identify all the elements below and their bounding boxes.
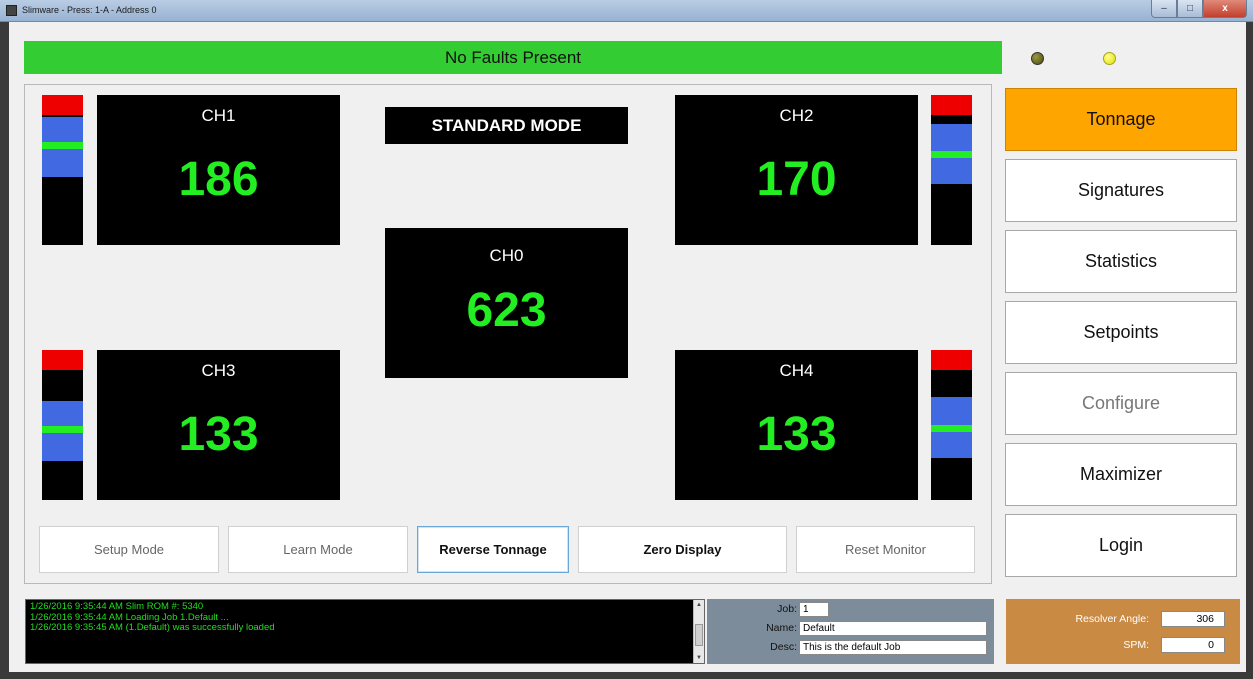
log-scrollbar[interactable]: ▲ ▼ <box>693 600 704 663</box>
spm-label: SPM: <box>1123 639 1149 651</box>
ch2-gauge-marker <box>931 151 972 158</box>
mode-indicator: STANDARD MODE <box>385 107 628 144</box>
window-titlebar: Slimware - Press: 1-A - Address 0 – □ x <box>0 0 1253 22</box>
log-line: 1/26/2016 9:35:45 AM (1.Default) was suc… <box>30 622 275 633</box>
ch4-bar-gauge <box>931 350 972 500</box>
minimize-button[interactable]: – <box>1151 0 1177 18</box>
nav-statistics-button[interactable]: Statistics <box>1005 230 1237 293</box>
ch4-value: 133 <box>756 408 837 461</box>
ch0-value: 623 <box>466 284 547 337</box>
ch1-value: 186 <box>178 153 259 206</box>
scroll-up-icon[interactable]: ▲ <box>694 600 704 610</box>
ch2-gauge-red <box>931 95 972 115</box>
ch4-label: CH4 <box>779 361 814 380</box>
ch3-gauge-marker <box>42 426 83 433</box>
zero-display-button[interactable]: Zero Display <box>578 526 787 573</box>
window-controls: – □ x <box>1151 0 1247 18</box>
ch4-gauge-red <box>931 350 972 370</box>
spm-field: 0 <box>1161 637 1225 653</box>
app-icon <box>6 5 17 16</box>
desc-label: Desc: <box>770 641 797 653</box>
ch1-gauge-red <box>42 95 83 115</box>
nav-maximizer-button[interactable]: Maximizer <box>1005 443 1237 506</box>
window-title: Slimware - Press: 1-A - Address 0 <box>22 5 157 15</box>
reverse-tonnage-button[interactable]: Reverse Tonnage <box>417 526 569 573</box>
ch2-display: CH2 170 <box>675 95 918 245</box>
resolver-panel: Resolver Angle: 306 SPM: 0 <box>1006 599 1240 664</box>
close-button[interactable]: x <box>1203 0 1247 18</box>
log-line: 1/26/2016 9:35:44 AM Slim ROM #: 5340 <box>30 601 204 612</box>
status-led-icon <box>1031 52 1044 65</box>
tonnage-panel: CH1 186 STANDARD MODE CH0 623 CH2 170 CH… <box>24 84 992 584</box>
resolver-angle-label: Resolver Angle: <box>1075 613 1149 625</box>
ch0-label: CH0 <box>489 246 524 265</box>
ch3-value: 133 <box>178 408 259 461</box>
maximize-button[interactable]: □ <box>1177 0 1203 18</box>
ch3-label: CH3 <box>201 361 236 380</box>
name-label: Name: <box>766 622 797 634</box>
ch2-value: 170 <box>756 153 837 206</box>
job-info-panel: Job: 1 Name: Default Desc: This is the d… <box>707 599 994 664</box>
status-led-icon <box>1103 52 1116 65</box>
log-lines: 1/26/2016 9:35:44 AM Slim ROM #: 5340 1/… <box>30 601 275 634</box>
ch4-gauge-marker <box>931 425 972 432</box>
ch0-display: CH0 623 <box>385 228 628 378</box>
nav-login-button[interactable]: Login <box>1005 514 1237 577</box>
ch4-display: CH4 133 <box>675 350 918 500</box>
ch1-gauge-marker <box>42 142 83 149</box>
ch3-bar-gauge <box>42 350 83 500</box>
job-number-field[interactable]: 1 <box>799 602 829 617</box>
reset-monitor-button[interactable]: Reset Monitor <box>796 526 975 573</box>
ch2-label: CH2 <box>779 106 814 125</box>
nav-tonnage-button[interactable]: Tonnage <box>1005 88 1237 151</box>
learn-mode-button[interactable]: Learn Mode <box>228 526 408 573</box>
fault-status-bar: No Faults Present <box>24 41 1002 74</box>
nav-signatures-button[interactable]: Signatures <box>1005 159 1237 222</box>
ch3-gauge-red <box>42 350 83 370</box>
app-client-area: No Faults Present CH1 186 STANDARD MODE … <box>9 22 1246 672</box>
job-name-field[interactable]: Default <box>799 621 987 636</box>
ch3-display: CH3 133 <box>97 350 340 500</box>
resolver-angle-field: 306 <box>1161 611 1225 627</box>
job-label: Job: <box>777 603 797 615</box>
nav-configure-button[interactable]: Configure <box>1005 372 1237 435</box>
scroll-down-icon[interactable]: ▼ <box>694 653 704 663</box>
ch1-display: CH1 186 <box>97 95 340 245</box>
setup-mode-button[interactable]: Setup Mode <box>39 526 219 573</box>
ch1-bar-gauge <box>42 95 83 245</box>
scroll-thumb[interactable] <box>695 624 703 646</box>
event-log[interactable]: 1/26/2016 9:35:44 AM Slim ROM #: 5340 1/… <box>25 599 705 664</box>
job-desc-field[interactable]: This is the default Job <box>799 640 987 655</box>
ch2-bar-gauge <box>931 95 972 245</box>
nav-setpoints-button[interactable]: Setpoints <box>1005 301 1237 364</box>
ch1-label: CH1 <box>201 106 236 125</box>
